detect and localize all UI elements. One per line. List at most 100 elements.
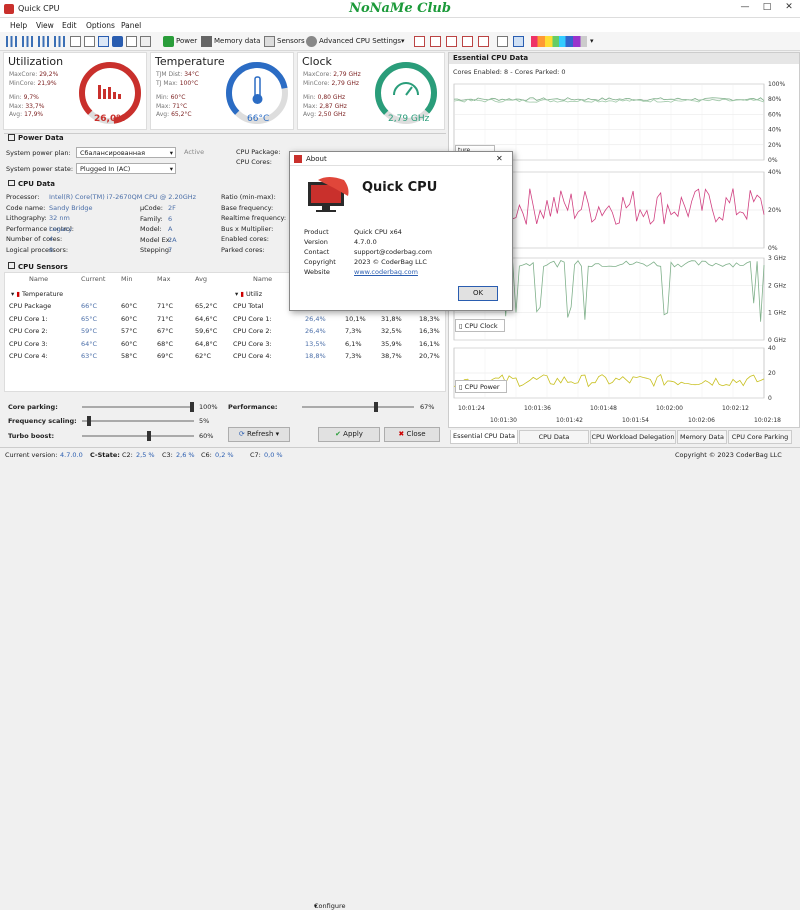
column-header: Avg	[195, 275, 208, 283]
menu-help[interactable]: Help	[10, 21, 27, 30]
cpu-data-label: Enabled cores:	[221, 235, 269, 243]
layout-icon[interactable]	[462, 36, 473, 47]
settings-icon[interactable]	[98, 36, 109, 47]
maximize-button[interactable]: □	[758, 2, 776, 15]
table-row[interactable]: CPU Core 2: 26,4% 7,3% 32,5% 16,3%	[233, 327, 443, 339]
frequency-scaling-slider[interactable]	[82, 416, 194, 426]
version-value: 4.7.0.0	[60, 451, 83, 459]
column-header: Current	[81, 275, 106, 283]
power-button[interactable]: Power	[176, 37, 197, 45]
performance-slider[interactable]	[302, 402, 414, 412]
frequency-scaling-label: Frequency scaling:	[8, 417, 77, 425]
clock-title: Clock	[302, 55, 332, 68]
layout-icon[interactable]	[478, 36, 489, 47]
tab-memory-data[interactable]: Memory Data	[677, 430, 727, 444]
table-row[interactable]: CPU Core 4: 18,8% 7,3% 38,7% 20,7%	[233, 352, 443, 364]
power-state-select[interactable]: Plugged In (AC) ▾	[76, 163, 176, 174]
bars-icon[interactable]	[6, 36, 17, 47]
performance-value: 67%	[420, 403, 435, 411]
axis-tick-label: 60%	[768, 111, 782, 118]
cpu-data-label: Base frequency:	[221, 203, 274, 212]
divider	[4, 133, 446, 134]
table-row[interactable]: CPU Package 66°C 60°C 71°C 65,2°C	[9, 302, 229, 314]
table-row[interactable]: CPU Core 3: 13,5% 6,1% 35,9% 16,1%	[233, 340, 443, 352]
about-label: Version	[304, 238, 328, 246]
menu-view[interactable]: View	[36, 21, 54, 30]
turbo-boost-slider[interactable]	[82, 431, 194, 441]
axis-tick-label: 3 GHz	[768, 255, 786, 262]
ok-button[interactable]: OK	[458, 286, 498, 301]
power-data-title: Power Data	[8, 134, 64, 142]
chevron-down-icon[interactable]: ▾	[401, 37, 405, 45]
power-icon: ▯	[459, 383, 463, 391]
about-label: Contact	[304, 248, 330, 256]
save-icon[interactable]	[140, 36, 151, 47]
c2-value: 2,5 %	[136, 451, 155, 459]
layout-icon[interactable]	[430, 36, 441, 47]
tab-cpu-data-distribution[interactable]: CPU Data Distribution	[519, 430, 589, 454]
clock-panel: Clock MaxCore: 2,79 GHz MinCore: 2,79 GH…	[297, 52, 445, 130]
sensors-icon[interactable]	[264, 36, 275, 47]
cores-status: Cores Enabled: 8 - Cores Parked: 0	[453, 68, 566, 76]
time-axis-label: 10:01:48	[590, 405, 617, 412]
about-value: 4.7.0.0	[354, 238, 377, 246]
utilization-group[interactable]: ▾ ▮ Utiliz	[235, 290, 262, 298]
memory-icon[interactable]	[201, 36, 212, 47]
table-row[interactable]: CPU Core 2: 59°C 57°C 67°C 59,6°C	[9, 327, 229, 339]
layout-icon[interactable]	[414, 36, 425, 47]
temperature-group[interactable]: ▾ ▮ Temperature	[11, 290, 63, 298]
close-button[interactable]: ✖ Close	[384, 427, 440, 442]
cpu-power-graph-label: ▯ CPU Power	[455, 380, 507, 393]
temperature-panel: Temperature TJM Dist: 34°C TJ Max: 100°C…	[150, 52, 294, 130]
clipboard-icon[interactable]	[126, 36, 137, 47]
panel-icon[interactable]	[513, 36, 524, 47]
palette-chevron-down-icon[interactable]: ▾	[590, 37, 594, 45]
menu-options[interactable]: Options	[86, 21, 115, 30]
time-axis-label: 10:01:30	[490, 417, 517, 424]
window-icon[interactable]	[70, 36, 81, 47]
table-row[interactable]: CPU Core 1: 26,4% 10,1% 31,8% 18,3%	[233, 315, 443, 327]
power-plan-select[interactable]: Сбалансированная ▾	[76, 147, 176, 158]
table-cell: 26,4%	[305, 314, 326, 323]
utilization-stats: MaxCore: 29,2% MinCore: 21,9% Min: 9,7% …	[9, 71, 59, 118]
table-cell: 71°C	[157, 314, 174, 323]
tab-cpu-workload-delegation[interactable]: CPU Workload Delegation	[590, 430, 676, 444]
about-website-link[interactable]: www.coderbag.com	[354, 268, 418, 276]
performance-label: Performance:	[228, 403, 278, 411]
cpu-data-row: Stepping: 7	[140, 246, 200, 256]
chart-icon[interactable]	[497, 36, 508, 47]
tab-essential-cpu-data[interactable]: Essential CPU Data	[450, 430, 518, 444]
layout-icon[interactable]	[446, 36, 457, 47]
core-parking-slider[interactable]	[82, 402, 194, 412]
turbo-boost-label: Turbo boost:	[8, 432, 55, 440]
minimize-button[interactable]: —	[736, 2, 754, 15]
table-row[interactable]: CPU Core 1: 65°C 60°C 71°C 64,6°C	[9, 315, 229, 327]
menu-edit[interactable]: Edit	[62, 21, 77, 30]
utilization-gauge-value: 26,0%	[94, 114, 126, 124]
monitor-icon[interactable]	[112, 36, 123, 47]
table-row[interactable]: CPU Core 3: 64°C 60°C 68°C 64,8°C	[9, 340, 229, 352]
power-icon[interactable]	[163, 36, 174, 47]
bars-icon[interactable]	[22, 36, 33, 47]
table-cell: 58°C	[121, 352, 138, 360]
wrench-icon[interactable]	[306, 36, 317, 47]
apply-button[interactable]: ✔ Apply	[318, 427, 380, 442]
refresh-button[interactable]: ⟳ Refresh ▾	[228, 427, 290, 442]
sensors-button[interactable]: Sensors	[277, 37, 305, 45]
menu-panel[interactable]: Panel	[121, 21, 141, 30]
color-palette-icon[interactable]	[531, 36, 587, 47]
tab-cpu-core-parking[interactable]: CPU Core Parking	[728, 430, 792, 444]
table-row[interactable]: CPU Core 4: 63°C 58°C 69°C 62°C	[9, 352, 229, 364]
table-cell: 64,8°C	[195, 339, 218, 348]
axis-tick-label: 40%	[768, 169, 782, 176]
cstate-label: C-State:	[90, 451, 120, 459]
bars-icon[interactable]	[38, 36, 49, 47]
advanced-cpu-settings-button[interactable]: Advanced CPU Settings	[319, 37, 401, 45]
utilization-panel: Utilization MaxCore: 29,2% MinCore: 21,9…	[3, 52, 147, 130]
window-close-icon[interactable]	[84, 36, 95, 47]
close-window-button[interactable]: ✕	[780, 2, 798, 15]
bars-icon[interactable]	[54, 36, 65, 47]
about-close-icon[interactable]: ✕	[496, 154, 503, 163]
memory-data-button[interactable]: Memory data	[214, 37, 260, 45]
table-cell: 59°C	[81, 327, 98, 335]
